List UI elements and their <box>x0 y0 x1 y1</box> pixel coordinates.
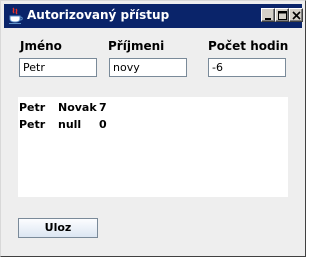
minimize-button[interactable] <box>261 8 275 22</box>
save-button[interactable]: Uloz <box>18 218 98 238</box>
close-icon <box>292 11 301 20</box>
pocet-hodin-label: Počet hodin <box>208 39 289 53</box>
list-item-jmeno: Petr <box>19 118 46 131</box>
java-cup-icon <box>8 7 24 25</box>
list-item-hodiny: 0 <box>99 118 107 131</box>
records-list[interactable]: Petr Novak 7 Petr null 0 <box>18 97 288 197</box>
maximize-icon <box>278 11 287 20</box>
window-title: Autorizovaný přístup <box>27 8 170 22</box>
minimize-icon <box>265 18 271 20</box>
title-bar[interactable]: Autorizovaný přístup <box>4 4 303 28</box>
list-item-hodiny: 7 <box>99 101 107 114</box>
list-item-prijmeni: null <box>58 118 82 131</box>
close-button[interactable] <box>289 8 303 22</box>
maximize-button[interactable] <box>275 8 289 22</box>
jmeno-input[interactable]: Petr <box>19 58 97 77</box>
prijmeni-input[interactable]: novy <box>109 58 187 77</box>
list-item-jmeno: Petr <box>19 101 46 114</box>
list-item-prijmeni: Novak <box>58 101 97 114</box>
prijmeni-label: Příjmeni <box>108 39 165 53</box>
app-window: Autorizovaný přístup Jméno Příjmeni Poče… <box>0 0 306 257</box>
pocet-hodin-input[interactable]: -6 <box>208 58 286 77</box>
jmeno-label: Jméno <box>20 39 62 53</box>
